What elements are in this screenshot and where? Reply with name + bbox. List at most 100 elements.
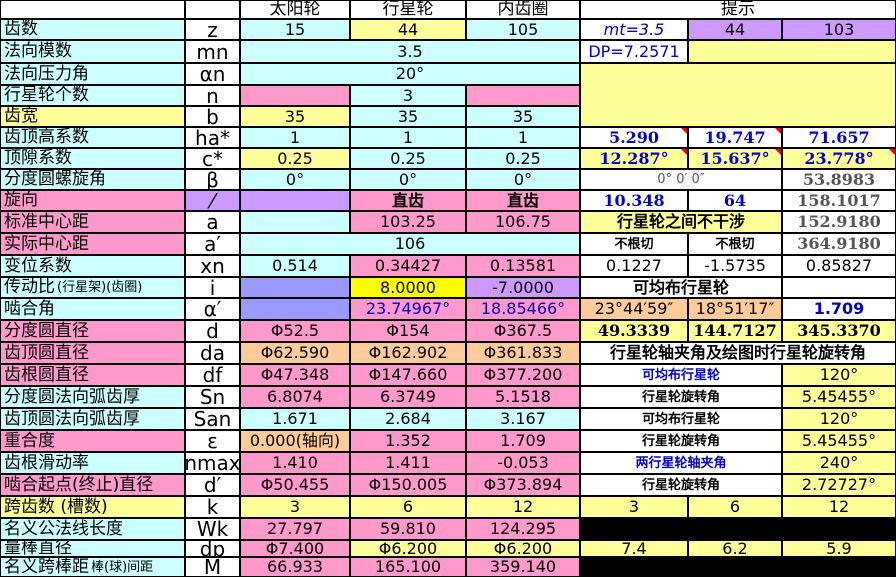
xn-ring: 0.13581 [466,255,580,277]
hint-r6: 19.747 [688,127,782,148]
alpha-planet: 23.74967° [350,298,466,320]
row-label: 啮合角 [0,298,185,320]
row-symbol: n [185,85,240,106]
row-label: 跨齿数 (槽数) [0,496,185,518]
row-symbol: a′ [185,233,240,255]
san-value: 3.167 [466,408,580,430]
row-label: 齿顶圆直径 [0,342,185,364]
row-label-text: 齿数 [4,19,38,39]
row-label: 行星轮个数 [0,85,185,106]
row-symbol: Wk [185,518,240,540]
row-label: 分度圆法向弧齿厚 [0,386,185,408]
dir-blank [240,190,350,211]
an-value[interactable]: 20° [240,63,580,85]
a2-value[interactable]: 106 [240,233,580,255]
k-value[interactable]: 3 [240,496,350,518]
hint-blank [580,518,896,540]
row-label: 法向模数 [0,40,185,63]
row-symbol: mn [185,40,240,63]
sn-value: 6.8074 [240,386,350,408]
i-blank [240,277,350,298]
row-label-text: 啮合角 [4,298,55,319]
row-label: 变位系数 [0,255,185,277]
hint-r19-value: 120° [782,408,896,430]
beta-value[interactable]: 0° [466,169,580,190]
c-value[interactable]: 0.25 [240,148,350,169]
row-label-text: 标准中心距 [4,211,89,232]
hint-dp: DP=7.2571 [580,40,688,63]
hint-r17-value: 120° [782,364,896,386]
c-value[interactable]: 0.25 [466,148,580,169]
hint-r6: 5.290 [580,127,688,148]
header-blank [185,0,240,19]
n-value[interactable]: 3 [350,85,466,106]
row-symbol: k [185,496,240,518]
b-sun[interactable]: 35 [240,106,350,127]
row-label-text: 旋向 [4,190,38,210]
row-label: 法向压力角 [0,63,185,85]
df-value: Φ147.660 [350,364,466,386]
hint-r12: 0.85827 [782,255,896,277]
row-label-text: 齿顶圆直径 [4,342,89,363]
row-label: 名义公法线长度 [0,518,185,540]
z-planet[interactable]: 44 [350,19,466,40]
b-planet[interactable]: 35 [350,106,466,127]
a-blank [240,211,350,233]
ha-value[interactable]: 1 [466,127,580,148]
row-label: 量棒直径 [0,540,185,557]
i-planet[interactable]: 8.0000 [350,277,466,298]
row-symbol: Sn [185,386,240,408]
beta-value[interactable]: 0° [240,169,350,190]
mn-value[interactable]: 3.5 [240,40,580,63]
dp-value[interactable]: Φ7.400 [240,540,350,557]
c-value[interactable]: 0.25 [350,148,466,169]
hint-r11: 不根切 [688,233,782,255]
hint-r25: 7.4 [580,540,688,557]
hint-r21-value: 240° [782,452,896,474]
hint-r23: 3 [580,496,688,518]
row-label-text: 名义公法线长度 [4,518,123,539]
hint-r15: 345.3370 [782,320,896,342]
row-label: 啮合起点(终止)直径 [0,474,185,496]
row-label: 齿数 [0,19,185,40]
ha-value[interactable]: 1 [240,127,350,148]
dir-planet[interactable]: 直齿 [350,190,466,211]
row-label-text: 变位系数 [4,255,72,276]
m-value: 359.140 [466,557,580,577]
row-label: 齿顶圆法向弧齿厚 [0,408,185,430]
row-symbol: i [185,277,240,298]
row-label-text: 齿宽 [4,106,38,126]
hint-r16: 行星轮轴夹角及绘图时行星轮旋转角 [580,342,896,364]
hint-r22-text: 行星轮旋转角 [580,474,782,496]
hint-r25: 6.2 [688,540,782,557]
beta-value[interactable]: 0° [350,169,466,190]
xn-sun[interactable]: 0.514 [240,255,350,277]
z-ring[interactable]: 105 [466,19,580,40]
row-symbol: αn [185,63,240,85]
header-planet: 行星轮 [350,0,466,19]
row-label: 标准中心距 [0,211,185,233]
row-symbol: ⁄ [185,190,240,211]
row-label-text: 实际中心距 [4,233,89,254]
hint-r11: 364.9180 [782,233,896,255]
row-symbol: a [185,211,240,233]
z-sun[interactable]: 15 [240,19,350,40]
sn-value: 5.1518 [466,386,580,408]
dp-value[interactable]: Φ6.200 [350,540,466,557]
ha-value[interactable]: 1 [350,127,466,148]
k-value[interactable]: 12 [466,496,580,518]
hint-r18-text: 行星轮旋转角 [580,386,782,408]
hint-z3: 103 [782,19,896,40]
hint-r12: 0.1227 [580,255,688,277]
hint-mt: mt=3.5 [580,19,688,40]
dir-ring[interactable]: 直齿 [466,190,580,211]
hint-r12: -1.5735 [688,255,782,277]
dp-value[interactable]: Φ6.200 [466,540,580,557]
k-value[interactable]: 6 [350,496,466,518]
row-label-sub: (行星架)(齿圈) [57,280,143,295]
wk-value: 59.810 [350,518,466,540]
hint-r11: 不根切 [580,233,688,255]
row-label: 齿根圆直径 [0,364,185,386]
hint-r13: 可均布行星轮 [580,277,782,298]
b-ring[interactable]: 35 [466,106,580,127]
